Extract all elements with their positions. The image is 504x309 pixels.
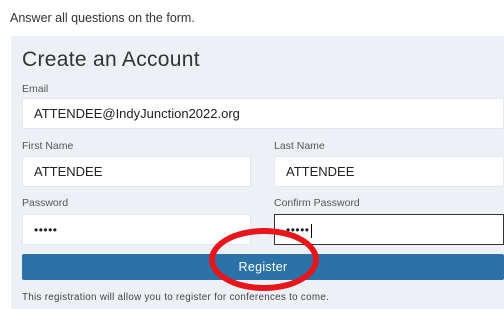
registration-note: This registration will allow you to regi… bbox=[22, 292, 330, 303]
instructions-text: Answer all questions on the form. bbox=[10, 11, 195, 25]
last-name-field[interactable]: ATTENDEE bbox=[274, 156, 504, 187]
password-dots: ••••• bbox=[34, 223, 58, 237]
password-label: Password bbox=[22, 197, 69, 209]
text-caret bbox=[310, 223, 312, 238]
create-account-panel: Create an Account Email ATTENDEE@IndyJun… bbox=[11, 36, 504, 309]
last-name-label: Last Name bbox=[274, 140, 325, 152]
confirm-password-dots: ••••• bbox=[286, 223, 310, 237]
first-name-field[interactable]: ATTENDEE bbox=[22, 156, 251, 187]
confirm-password-field[interactable]: ••••• bbox=[274, 214, 504, 245]
email-label: Email bbox=[22, 83, 49, 95]
password-field[interactable]: ••••• bbox=[22, 214, 251, 245]
email-field[interactable]: ATTENDEE@IndyJunction2022.org bbox=[22, 98, 504, 129]
page: Answer all questions on the form. Create… bbox=[0, 0, 504, 309]
register-button[interactable]: Register bbox=[22, 254, 504, 280]
confirm-password-label: Confirm Password bbox=[274, 197, 360, 209]
first-name-label: First Name bbox=[22, 140, 74, 152]
form-title: Create an Account bbox=[22, 48, 200, 71]
